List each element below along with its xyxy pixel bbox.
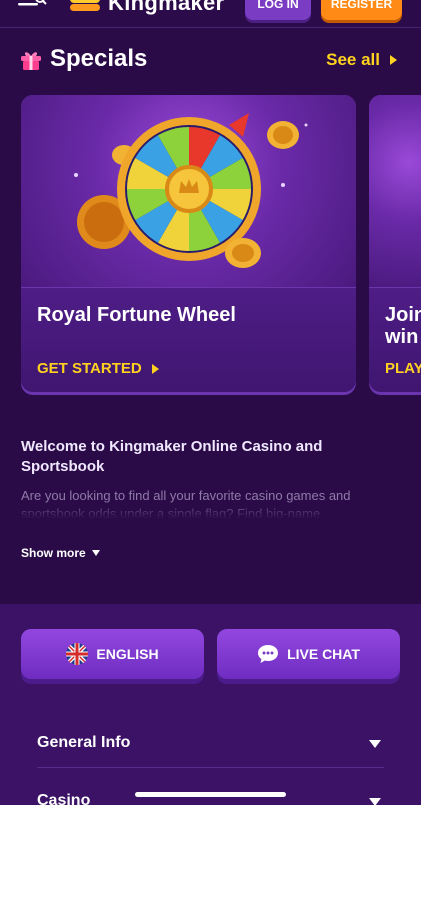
card-title: Join win xyxy=(385,304,421,348)
language-button[interactable]: ENGLISH xyxy=(21,629,204,679)
caret-down-icon xyxy=(91,550,100,556)
app-screen: Kingmaker LOG IN REGISTER Specials See a… xyxy=(0,0,421,805)
cta-label: PLAY xyxy=(385,360,421,377)
play-link[interactable]: PLAY xyxy=(385,360,421,377)
brand-name: Kingmaker xyxy=(108,0,225,15)
chat-bubble-icon xyxy=(258,645,279,663)
specials-header: Specials See all xyxy=(20,44,401,78)
caret-down-icon xyxy=(369,798,381,805)
get-started-link[interactable]: GET STARTED xyxy=(37,360,159,377)
caret-down-icon xyxy=(369,740,381,748)
accordion-general-info[interactable]: General Info xyxy=(37,718,384,768)
fortune-wheel-image xyxy=(21,95,356,287)
card-title: Royal Fortune Wheel xyxy=(37,304,236,326)
card-body: Royal Fortune Wheel GET STARTED xyxy=(21,287,356,392)
see-all-link[interactable]: See all xyxy=(326,50,397,70)
caret-right-icon xyxy=(390,55,397,65)
welcome-text: Are you looking to find all your favorit… xyxy=(21,488,351,519)
live-chat-label: LIVE CHAT xyxy=(287,646,360,662)
special-card[interactable]: Royal Fortune Wheel GET STARTED xyxy=(21,95,356,392)
home-indicator xyxy=(135,792,286,797)
card-body: Join win PLAY xyxy=(369,287,421,392)
uk-flag-icon xyxy=(66,643,89,665)
accordion-label: Casino xyxy=(37,792,91,805)
accordion-casino[interactable]: Casino xyxy=(37,776,384,805)
crown-logo-icon xyxy=(70,0,100,11)
menu-search-icon[interactable] xyxy=(18,0,48,12)
show-more-label: Show more xyxy=(21,546,86,560)
specials-title: Specials xyxy=(50,45,148,72)
gift-icon xyxy=(21,52,41,70)
special-card[interactable]: Join win PLAY xyxy=(369,95,421,392)
register-button[interactable]: REGISTER xyxy=(321,0,402,20)
footer: ENGLISH LIVE CHAT General Info Casino xyxy=(0,604,421,805)
top-header: Kingmaker LOG IN REGISTER xyxy=(0,0,421,28)
specials-carousel[interactable]: Royal Fortune Wheel GET STARTED Join win… xyxy=(21,95,421,395)
language-label: ENGLISH xyxy=(96,646,159,662)
show-more-button[interactable]: Show more xyxy=(21,546,100,560)
accordion-label: General Info xyxy=(37,734,131,751)
login-button[interactable]: LOG IN xyxy=(245,0,311,20)
welcome-title: Welcome to Kingmaker Online Casino and S… xyxy=(21,438,323,475)
live-chat-button[interactable]: LIVE CHAT xyxy=(217,629,400,679)
caret-right-icon xyxy=(151,363,159,374)
promo-image xyxy=(369,95,421,287)
see-all-label: See all xyxy=(326,50,380,69)
welcome-section: Welcome to Kingmaker Online Casino and S… xyxy=(21,437,391,519)
brand-logo[interactable]: Kingmaker xyxy=(70,0,224,16)
cta-label: GET STARTED xyxy=(37,360,142,377)
